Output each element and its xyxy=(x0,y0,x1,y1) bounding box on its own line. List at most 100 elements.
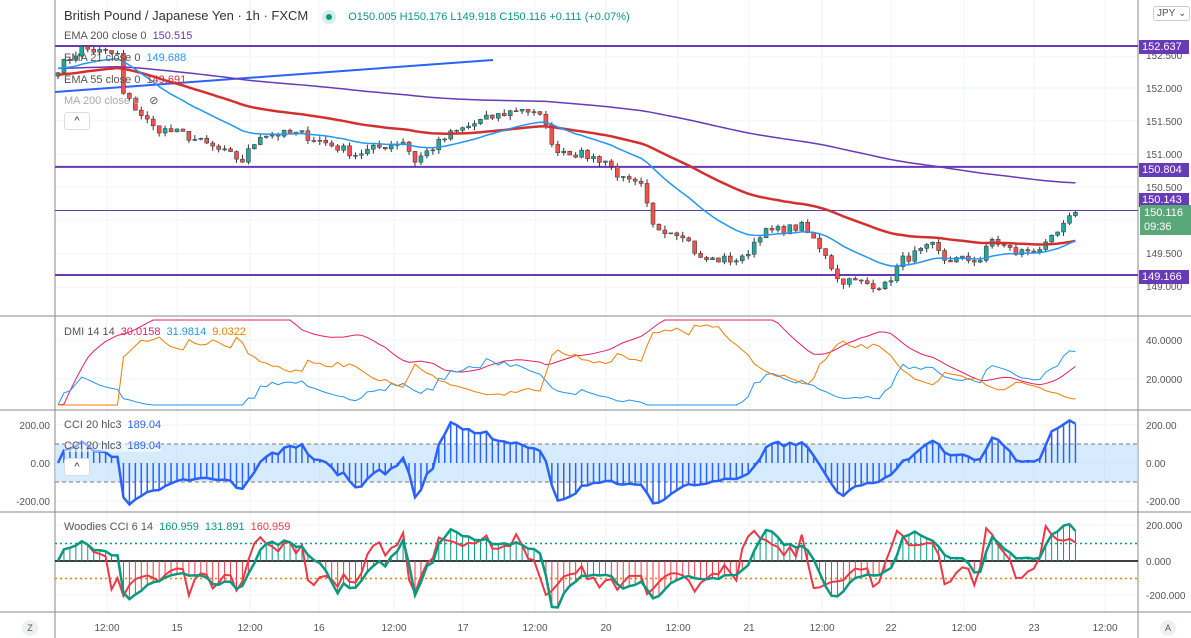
candle-body xyxy=(668,232,674,235)
currency-label: JPY xyxy=(1157,8,1176,19)
price-tick: 149.500 xyxy=(1146,249,1183,260)
candle-body xyxy=(912,250,918,262)
candle-body xyxy=(377,144,382,148)
candle-body xyxy=(85,46,90,50)
candle-body xyxy=(704,257,709,260)
candle-body xyxy=(1055,231,1060,236)
candle-body xyxy=(591,156,596,160)
candle-body xyxy=(948,260,953,263)
candle-body xyxy=(817,237,822,249)
candle-body xyxy=(412,151,418,163)
candle-body xyxy=(864,280,870,284)
legend-ema21[interactable]: EMA 21 close 0 149.688 xyxy=(64,52,186,64)
candle-body xyxy=(769,228,775,231)
candle-body xyxy=(924,244,929,249)
candle-body xyxy=(603,160,608,163)
candle-body xyxy=(186,131,192,141)
woodies-tick: 0.000 xyxy=(1146,557,1171,568)
candle-body xyxy=(644,183,650,204)
candle-body xyxy=(674,232,680,237)
timezone-button[interactable]: Z xyxy=(22,620,38,636)
symbol-header: British Pound / Japanese Yen · 1h · FXCM… xyxy=(64,8,630,24)
candle-body xyxy=(1001,244,1007,246)
candle-body xyxy=(799,222,804,231)
collapse-legend-button[interactable]: ^ xyxy=(64,458,90,476)
candle-body xyxy=(478,119,483,124)
cci-tick: 0.00 xyxy=(1146,459,1166,470)
candle-body xyxy=(305,130,311,141)
ohlc-high: H150.176 xyxy=(399,11,448,23)
candle-body xyxy=(222,148,227,151)
time-tick: 15 xyxy=(171,623,183,634)
legend-cci-2[interactable]: CCI 20 hlc3 189.04 xyxy=(64,440,162,452)
candle-body xyxy=(847,278,852,285)
chart-canvas[interactable]: 152.500152.000151.500151.000150.500149.5… xyxy=(0,0,1191,638)
candle-body xyxy=(484,114,489,120)
candle-body xyxy=(436,138,442,151)
candle-body xyxy=(615,166,620,178)
legend-value: 160.959 xyxy=(159,521,199,533)
candle-body xyxy=(502,113,507,117)
legend-value: 131.891 xyxy=(204,521,245,533)
time-tick: 12:00 xyxy=(809,623,834,634)
price-tick: 151.000 xyxy=(1146,150,1183,161)
candle-body xyxy=(710,257,715,260)
candle-body xyxy=(561,150,566,154)
legend-cci[interactable]: CCI 20 hlc3 189.04 xyxy=(64,419,161,431)
legend-ema200[interactable]: EMA 200 close 0 150.515 xyxy=(64,30,192,42)
candle-body xyxy=(317,139,323,142)
candle-body xyxy=(573,154,578,158)
candle-body xyxy=(353,154,358,157)
time-tick: 12:00 xyxy=(94,623,119,634)
candle-body xyxy=(472,123,477,127)
candle-body xyxy=(888,280,894,283)
legend-ma200[interactable]: MA 200 close 0 ⊘ xyxy=(64,94,158,107)
ema200-line xyxy=(57,66,1076,184)
candle-body xyxy=(139,109,144,116)
candle-body xyxy=(1043,241,1048,250)
candle-body xyxy=(638,180,644,184)
legend-dmi[interactable]: DMI 14 14 30.0158 31.9814 9.0322 xyxy=(64,326,246,338)
price-tick: 152.000 xyxy=(1146,84,1183,95)
candle-body xyxy=(150,118,156,127)
cci-tick-left: 0.00 xyxy=(31,459,51,470)
candle-body xyxy=(234,151,239,160)
time-tick: 22 xyxy=(885,623,897,634)
legend-value: 150.515 xyxy=(152,30,193,42)
legend-value: 149.688 xyxy=(146,52,187,64)
candle-body xyxy=(192,139,198,141)
market-open-icon xyxy=(322,9,337,24)
candle-body xyxy=(240,158,245,163)
candle-body xyxy=(1031,250,1037,253)
candle-body xyxy=(180,128,186,132)
candle-body xyxy=(918,248,923,252)
candle-body xyxy=(216,145,221,150)
candle-body xyxy=(531,111,537,113)
time-tick: 12:00 xyxy=(665,623,690,634)
currency-selector[interactable]: JPY ⌄ xyxy=(1153,6,1191,21)
candle-body xyxy=(781,226,787,235)
legend-label: EMA 55 close 0 xyxy=(64,74,141,86)
candle-body xyxy=(692,240,697,254)
price-line-label: 152.637 xyxy=(1139,40,1189,54)
woodies-tick: 200.000 xyxy=(1146,521,1183,532)
legend-woodies[interactable]: Woodies CCI 6 14 160.959 131.891 160.959 xyxy=(64,521,290,533)
price-line-label: 149.166 xyxy=(1139,270,1189,284)
candle-body xyxy=(632,178,638,182)
candle-body xyxy=(882,281,888,290)
collapse-legend-button[interactable]: ^ xyxy=(64,112,90,130)
legend-label: DMI 14 14 xyxy=(64,326,115,338)
time-tick: 20 xyxy=(600,623,612,634)
hidden-eye-icon[interactable]: ⊘ xyxy=(149,95,158,107)
cci-band xyxy=(55,444,1138,482)
candle-body xyxy=(406,141,412,152)
candle-body xyxy=(751,241,757,255)
candle-body xyxy=(162,128,168,134)
candle-body xyxy=(662,229,668,235)
legend-ema55[interactable]: EMA 55 close 0 149.691 xyxy=(64,74,186,86)
candle-body xyxy=(174,128,180,133)
candle-body xyxy=(960,255,965,258)
candle-body xyxy=(145,115,150,120)
candle-body xyxy=(198,137,204,140)
auto-scale-button[interactable]: A xyxy=(1160,620,1176,636)
